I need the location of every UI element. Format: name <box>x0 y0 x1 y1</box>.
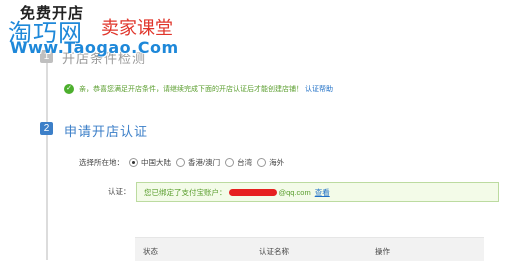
region-option-hongkong-macau[interactable]: 香港/澳门 <box>188 157 220 168</box>
view-account-link[interactable]: 查看 <box>315 187 330 198</box>
column-header-action: 操作 <box>375 247 390 256</box>
column-header-cert-name: 认证名称 <box>259 247 289 256</box>
radio-mainland-china[interactable] <box>129 158 138 167</box>
region-option-mainland-china[interactable]: 中国大陆 <box>141 157 171 168</box>
alipay-bound-text: 您已绑定了支付宝账户： <box>144 187 227 197</box>
region-option-overseas[interactable]: 海外 <box>269 157 284 168</box>
certification-table-header: 状态 认证名称 操作 <box>135 237 484 261</box>
certification-label: 认证： <box>108 187 131 196</box>
step-timeline-line <box>46 55 48 260</box>
region-option-taiwan[interactable]: 台湾 <box>237 157 252 168</box>
alipay-email-suffix: @qq.com <box>278 187 311 197</box>
step-2-badge: 2 <box>40 122 53 135</box>
watermark-subtitle: 卖家课堂 <box>101 18 173 39</box>
check-circle-icon: ✓ <box>64 84 74 94</box>
success-message: ✓ 亲，恭喜您满足开店条件，请继续完成下面的开店认证后才能创建店铺！ 认证帮助 <box>64 84 333 94</box>
certification-help-link[interactable]: 认证帮助 <box>305 84 333 94</box>
watermark-url: Www.Taogao.Com <box>10 38 179 57</box>
region-selector: 选择所在地： 中国大陆 香港/澳门 台湾 海外 <box>79 157 284 168</box>
radio-hongkong-macau[interactable] <box>176 158 185 167</box>
region-label: 选择所在地： <box>79 158 124 167</box>
radio-overseas[interactable] <box>257 158 267 167</box>
step-2-title: 申请开店认证 <box>64 124 149 139</box>
alipay-bound-notice: 您已绑定了支付宝账户： @qq.com 查看 <box>136 182 499 202</box>
success-message-text: 亲，恭喜您满足开店条件，请继续完成下面的开店认证后才能创建店铺！ <box>79 86 303 93</box>
column-header-status: 状态 <box>143 247 158 256</box>
redacted-account <box>228 188 277 196</box>
radio-taiwan[interactable] <box>225 158 235 167</box>
